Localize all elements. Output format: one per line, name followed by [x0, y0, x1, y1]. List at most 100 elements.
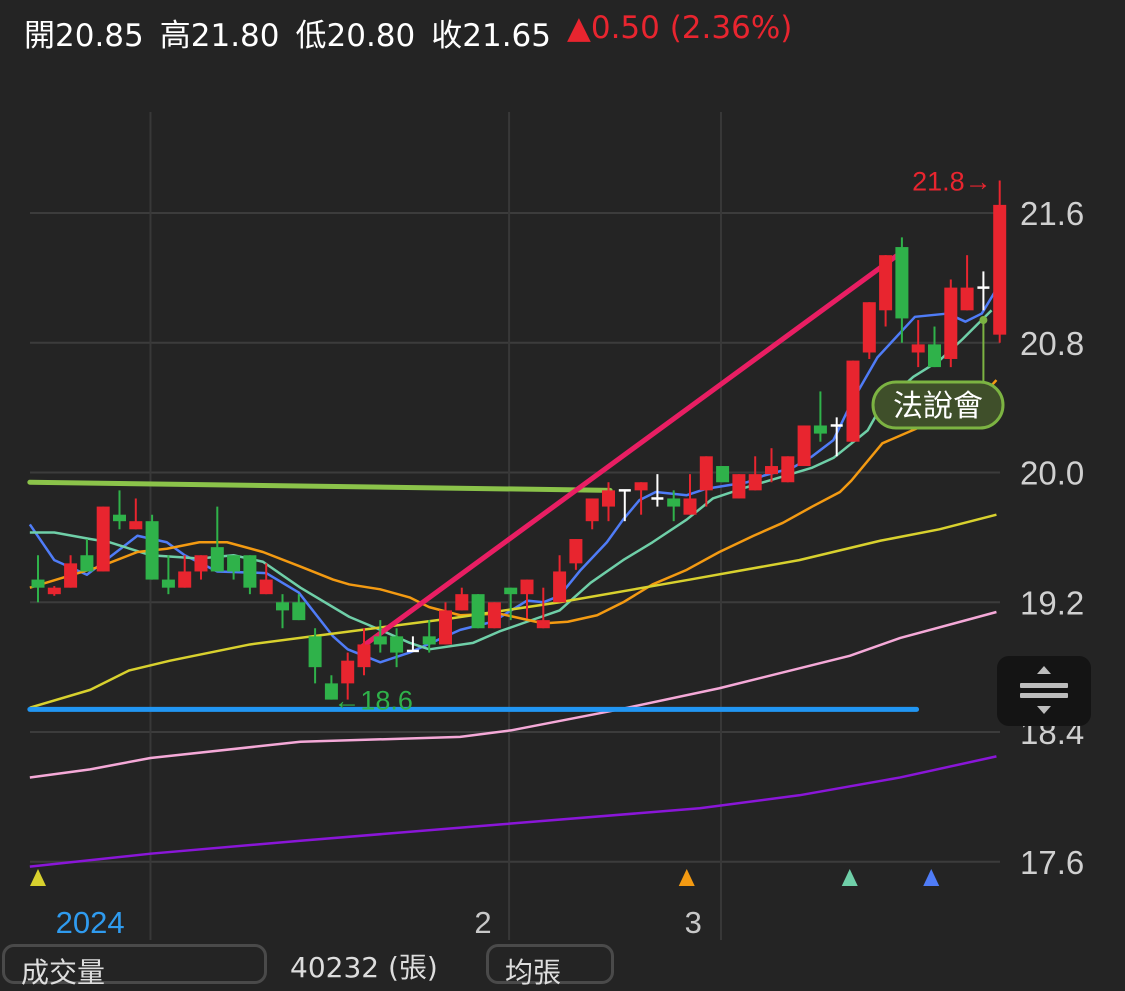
ma-line-ma5: [28, 288, 998, 664]
candle: [536, 587, 550, 629]
candle: [308, 628, 322, 684]
signal-triangle-icon: [923, 869, 940, 886]
candle-body: [455, 594, 469, 611]
grid: [30, 112, 1000, 940]
candle: [145, 514, 159, 580]
candle-body: [699, 456, 713, 491]
candle-body: [439, 610, 452, 645]
candle-body: [569, 539, 583, 564]
chart-resize-handle[interactable]: [997, 656, 1091, 726]
candle: [813, 391, 827, 442]
candle: [47, 586, 61, 596]
candle-body: [585, 498, 599, 522]
candle-body: [862, 302, 876, 353]
candlestick-chart[interactable]: 21.8→ ←18.6 法說會 21.620.820.019.218.417.6…: [0, 0, 1125, 958]
candle: [928, 326, 941, 368]
candle-body: [178, 571, 192, 588]
signal-triangle-icon: [841, 869, 858, 886]
candle: [862, 302, 876, 359]
candle: [487, 602, 501, 629]
candle: [993, 180, 1007, 343]
event-label: 法說會: [893, 389, 983, 424]
candle-body: [210, 547, 224, 572]
resistance-line: [27, 479, 613, 493]
up-arrow-icon: [1037, 666, 1051, 674]
candle: [520, 579, 534, 619]
candle: [455, 587, 469, 611]
candle: [243, 555, 257, 595]
candle: [585, 498, 599, 530]
candle-body: [846, 360, 860, 442]
candle-body: [536, 620, 550, 629]
candle: [373, 620, 387, 653]
candle-body: [716, 466, 730, 483]
y-tick-label: 20.0: [1020, 455, 1084, 492]
indicator-tab-avg[interactable]: 均張: [486, 944, 614, 989]
y-tick-label: 21.6: [1020, 195, 1084, 232]
candle-body: [928, 344, 941, 368]
candle-body: [471, 594, 485, 629]
candles: [31, 180, 1007, 700]
candle-body: [390, 636, 404, 653]
candle: [178, 555, 192, 588]
candle-body: [308, 636, 322, 668]
candle-body: [161, 579, 175, 588]
candle: [113, 490, 126, 530]
candle-body: [667, 498, 681, 507]
candle: [276, 594, 289, 629]
candle: [618, 489, 631, 522]
candle-body: [683, 498, 697, 515]
x-axis: 2024 2 3: [56, 905, 702, 940]
candle-body: [504, 587, 518, 595]
candle: [161, 555, 175, 595]
candle: [129, 498, 143, 530]
candle: [31, 555, 45, 603]
x-tick-label: 2: [474, 905, 491, 940]
candle: [960, 255, 974, 311]
ma-line-ma60: [29, 513, 997, 709]
candle-body: [895, 247, 909, 319]
candle: [879, 255, 893, 327]
candle: [210, 506, 224, 572]
candle-body: [259, 579, 273, 595]
y-tick-label: 17.6: [1020, 844, 1084, 881]
event-dot: [979, 316, 988, 325]
handle-bar-icon: [1020, 683, 1068, 688]
candle-body: [487, 602, 501, 629]
candle-body: [520, 579, 534, 595]
candle-body: [80, 555, 94, 572]
candle: [96, 506, 110, 572]
candle-body: [993, 204, 1007, 335]
candle: [781, 456, 795, 483]
candle-body: [227, 555, 241, 572]
indicator-tab-volume[interactable]: 成交量: [2, 944, 267, 989]
candle: [765, 448, 778, 483]
candle-body: [145, 521, 159, 580]
candle-body: [129, 521, 143, 530]
candle: [357, 628, 371, 676]
candle-body: [243, 555, 257, 588]
candle-body: [765, 466, 778, 475]
candle: [194, 555, 208, 580]
x-tick-label: 2024: [56, 905, 125, 940]
candle: [569, 539, 583, 570]
candle-body: [634, 482, 648, 491]
y-axis: 21.620.820.019.218.417.6: [1020, 195, 1084, 881]
candle: [471, 594, 485, 629]
handle-bar-icon: [1020, 693, 1068, 698]
candle-body: [292, 602, 306, 621]
candle: [439, 602, 452, 645]
candle: [732, 474, 746, 499]
candle: [944, 279, 958, 368]
down-arrow-icon: [1037, 706, 1051, 714]
candle-body: [194, 555, 208, 572]
candle-body: [31, 579, 45, 588]
candle-body: [422, 636, 436, 645]
candle-body: [879, 255, 893, 311]
candle-body: [64, 563, 78, 588]
signal-triangle-icon: [678, 869, 695, 886]
candle: [716, 466, 730, 483]
candle-body: [341, 660, 355, 684]
y-tick-label: 19.2: [1020, 584, 1084, 621]
x-tick-label: 3: [685, 905, 702, 940]
